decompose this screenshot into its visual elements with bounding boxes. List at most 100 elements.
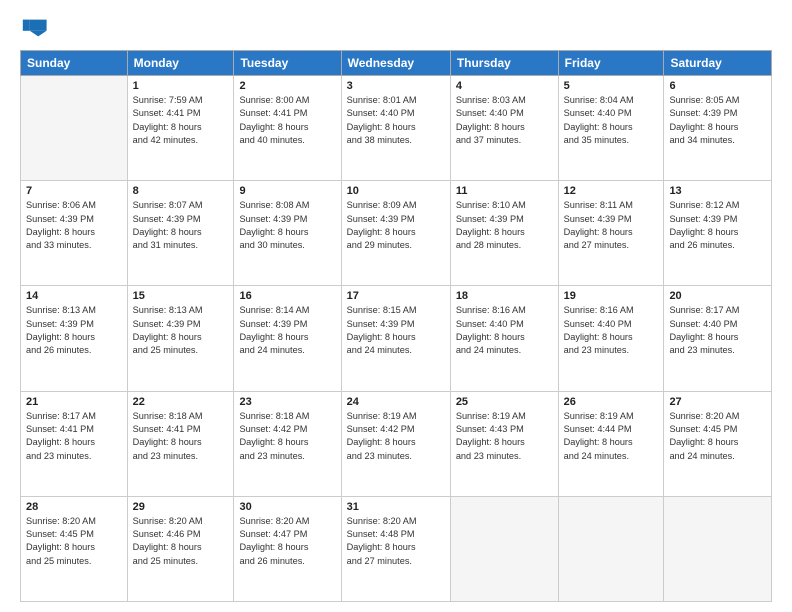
day-info: Sunrise: 8:19 AMSunset: 4:44 PMDaylight:… <box>564 410 659 463</box>
day-info: Sunrise: 8:09 AMSunset: 4:39 PMDaylight:… <box>347 199 445 252</box>
day-number: 15 <box>133 290 229 302</box>
day-info: Sunrise: 8:19 AMSunset: 4:43 PMDaylight:… <box>456 410 553 463</box>
day-number: 6 <box>669 80 766 92</box>
day-number: 21 <box>26 396 122 408</box>
day-cell: 29Sunrise: 8:20 AMSunset: 4:46 PMDayligh… <box>127 496 234 601</box>
day-number: 10 <box>347 185 445 197</box>
day-number: 2 <box>239 80 335 92</box>
day-number: 24 <box>347 396 445 408</box>
day-info: Sunrise: 8:10 AMSunset: 4:39 PMDaylight:… <box>456 199 553 252</box>
day-info: Sunrise: 8:20 AMSunset: 4:45 PMDaylight:… <box>669 410 766 463</box>
day-cell: 24 Sunrise: 8:19 AMSunset: 4:42 PMDayligh… <box>341 391 450 496</box>
day-info: Sunrise: 8:18 AMSunset: 4:41 PMDaylight:… <box>133 410 229 463</box>
day-cell <box>450 496 558 601</box>
day-cell: 16 Sunrise: 8:14 AMSunset: 4:39 PMDayligh… <box>234 286 341 391</box>
day-cell: 10 Sunrise: 8:09 AMSunset: 4:39 PMDayligh… <box>341 181 450 286</box>
day-cell: 23 Sunrise: 8:18 AMSunset: 4:42 PMDayligh… <box>234 391 341 496</box>
calendar-header-row: SundayMondayTuesdayWednesdayThursdayFrid… <box>21 51 772 76</box>
day-number: 26 <box>564 396 659 408</box>
day-cell: 13Sunrise: 8:12 AMSunset: 4:39 PMDayligh… <box>664 181 772 286</box>
day-info: Sunrise: 8:03 AMSunset: 4:40 PMDaylight:… <box>456 94 553 147</box>
day-cell: 1Sunrise: 7:59 AMSunset: 4:41 PMDaylight… <box>127 76 234 181</box>
column-header-thursday: Thursday <box>450 51 558 76</box>
day-number: 28 <box>26 501 122 513</box>
calendar: SundayMondayTuesdayWednesdayThursdayFrid… <box>20 50 772 602</box>
day-info: Sunrise: 8:00 AMSunset: 4:41 PMDaylight:… <box>239 94 335 147</box>
logo-icon <box>20 14 48 42</box>
day-number: 16 <box>239 290 335 302</box>
day-cell: 17 Sunrise: 8:15 AMSunset: 4:39 PMDayligh… <box>341 286 450 391</box>
day-number: 11 <box>456 185 553 197</box>
day-info: Sunrise: 8:01 AMSunset: 4:40 PMDaylight:… <box>347 94 445 147</box>
day-info: Sunrise: 8:16 AMSunset: 4:40 PMDaylight:… <box>456 304 553 357</box>
day-cell: 12Sunrise: 8:11 AMSunset: 4:39 PMDayligh… <box>558 181 664 286</box>
day-number: 9 <box>239 185 335 197</box>
week-row-4: 21Sunrise: 8:17 AMSunset: 4:41 PMDayligh… <box>21 391 772 496</box>
day-number: 30 <box>239 501 335 513</box>
day-cell <box>558 496 664 601</box>
day-info: Sunrise: 8:13 AMSunset: 4:39 PMDaylight:… <box>26 304 122 357</box>
day-cell: 4 Sunrise: 8:03 AMSunset: 4:40 PMDaylight… <box>450 76 558 181</box>
week-row-2: 7 Sunrise: 8:06 AMSunset: 4:39 PMDaylight… <box>21 181 772 286</box>
day-cell: 6 Sunrise: 8:05 AMSunset: 4:39 PMDaylight… <box>664 76 772 181</box>
day-cell: 20 Sunrise: 8:17 AMSunset: 4:40 PMDayligh… <box>664 286 772 391</box>
day-cell: 2 Sunrise: 8:00 AMSunset: 4:41 PMDaylight… <box>234 76 341 181</box>
week-row-1: 1Sunrise: 7:59 AMSunset: 4:41 PMDaylight… <box>21 76 772 181</box>
day-number: 4 <box>456 80 553 92</box>
logo <box>20 16 50 42</box>
day-cell: 8Sunrise: 8:07 AMSunset: 4:39 PMDaylight… <box>127 181 234 286</box>
day-cell <box>21 76 128 181</box>
day-info: Sunrise: 8:04 AMSunset: 4:40 PMDaylight:… <box>564 94 659 147</box>
column-header-saturday: Saturday <box>664 51 772 76</box>
day-number: 8 <box>133 185 229 197</box>
day-number: 25 <box>456 396 553 408</box>
day-number: 18 <box>456 290 553 302</box>
day-number: 3 <box>347 80 445 92</box>
day-info: Sunrise: 8:05 AMSunset: 4:39 PMDaylight:… <box>669 94 766 147</box>
day-info: Sunrise: 8:15 AMSunset: 4:39 PMDaylight:… <box>347 304 445 357</box>
day-info: Sunrise: 8:20 AMSunset: 4:47 PMDaylight:… <box>239 515 335 568</box>
day-number: 23 <box>239 396 335 408</box>
day-cell: 18 Sunrise: 8:16 AMSunset: 4:40 PMDayligh… <box>450 286 558 391</box>
day-number: 31 <box>347 501 445 513</box>
day-cell: 3 Sunrise: 8:01 AMSunset: 4:40 PMDaylight… <box>341 76 450 181</box>
day-cell: 27 Sunrise: 8:20 AMSunset: 4:45 PMDayligh… <box>664 391 772 496</box>
day-number: 14 <box>26 290 122 302</box>
day-number: 7 <box>26 185 122 197</box>
day-info: Sunrise: 8:20 AMSunset: 4:48 PMDaylight:… <box>347 515 445 568</box>
column-header-tuesday: Tuesday <box>234 51 341 76</box>
day-info: Sunrise: 8:13 AMSunset: 4:39 PMDaylight:… <box>133 304 229 357</box>
day-cell: 19 Sunrise: 8:16 AMSunset: 4:40 PMDayligh… <box>558 286 664 391</box>
day-info: Sunrise: 8:14 AMSunset: 4:39 PMDaylight:… <box>239 304 335 357</box>
day-info: Sunrise: 8:06 AMSunset: 4:39 PMDaylight:… <box>26 199 122 252</box>
day-number: 20 <box>669 290 766 302</box>
day-cell: 14 Sunrise: 8:13 AMSunset: 4:39 PMDayligh… <box>21 286 128 391</box>
header <box>20 16 772 42</box>
day-cell: 25 Sunrise: 8:19 AMSunset: 4:43 PMDayligh… <box>450 391 558 496</box>
day-number: 17 <box>347 290 445 302</box>
week-row-3: 14 Sunrise: 8:13 AMSunset: 4:39 PMDayligh… <box>21 286 772 391</box>
column-header-friday: Friday <box>558 51 664 76</box>
day-number: 1 <box>133 80 229 92</box>
day-cell: 7 Sunrise: 8:06 AMSunset: 4:39 PMDaylight… <box>21 181 128 286</box>
week-row-5: 28 Sunrise: 8:20 AMSunset: 4:45 PMDayligh… <box>21 496 772 601</box>
day-info: Sunrise: 8:19 AMSunset: 4:42 PMDaylight:… <box>347 410 445 463</box>
day-number: 29 <box>133 501 229 513</box>
column-header-wednesday: Wednesday <box>341 51 450 76</box>
day-cell: 30 Sunrise: 8:20 AMSunset: 4:47 PMDayligh… <box>234 496 341 601</box>
day-cell: 9 Sunrise: 8:08 AMSunset: 4:39 PMDaylight… <box>234 181 341 286</box>
day-number: 12 <box>564 185 659 197</box>
day-number: 13 <box>669 185 766 197</box>
day-info: Sunrise: 8:08 AMSunset: 4:39 PMDaylight:… <box>239 199 335 252</box>
day-number: 27 <box>669 396 766 408</box>
day-cell: 26 Sunrise: 8:19 AMSunset: 4:44 PMDayligh… <box>558 391 664 496</box>
day-info: Sunrise: 8:18 AMSunset: 4:42 PMDaylight:… <box>239 410 335 463</box>
day-cell <box>664 496 772 601</box>
day-info: Sunrise: 8:20 AMSunset: 4:45 PMDaylight:… <box>26 515 122 568</box>
day-cell: 21Sunrise: 8:17 AMSunset: 4:41 PMDayligh… <box>21 391 128 496</box>
day-number: 19 <box>564 290 659 302</box>
day-cell: 28 Sunrise: 8:20 AMSunset: 4:45 PMDayligh… <box>21 496 128 601</box>
day-cell: 22Sunrise: 8:18 AMSunset: 4:41 PMDayligh… <box>127 391 234 496</box>
day-info: Sunrise: 8:17 AMSunset: 4:40 PMDaylight:… <box>669 304 766 357</box>
day-info: Sunrise: 8:16 AMSunset: 4:40 PMDaylight:… <box>564 304 659 357</box>
